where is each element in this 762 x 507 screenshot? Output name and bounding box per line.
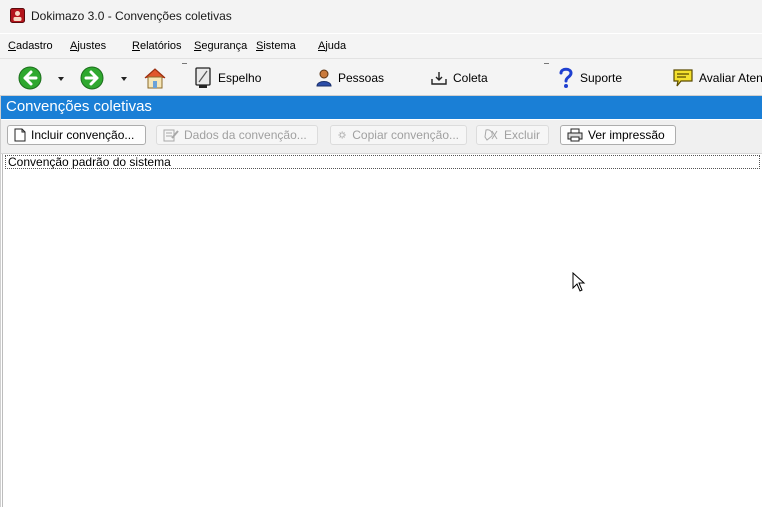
menu-ajustes[interactable]: Ajustes (70, 40, 106, 52)
toolbar-separator (544, 63, 549, 64)
window-left-border (0, 96, 1, 507)
menu-seguranca[interactable]: Segurança (194, 40, 247, 52)
collect-tray-icon (431, 72, 447, 85)
help-question-icon (559, 67, 573, 88)
ver-label: Ver impressão (588, 128, 665, 142)
menu-relatorios[interactable]: Relatórios (132, 40, 182, 52)
dados-convencao-button[interactable]: Dados da convenção... (156, 125, 318, 145)
forward-button[interactable] (80, 65, 104, 91)
person-icon (316, 69, 332, 87)
menu-bar: Cadastro Ajustes Relatórios Segurança Si… (0, 34, 762, 59)
excluir-button[interactable]: Excluir (476, 125, 549, 145)
coleta-label: Coleta (453, 71, 488, 85)
action-bar: Incluir convenção... Dados da convenção.… (0, 120, 762, 154)
avaliar-button[interactable]: Avaliar Aten (673, 65, 762, 91)
avaliar-label: Avaliar Aten (699, 71, 762, 85)
app-icon (10, 8, 25, 23)
mouse-cursor-icon (572, 272, 586, 292)
back-arrow-icon (18, 66, 42, 90)
document-edit-icon (163, 129, 179, 142)
toolbar-separator (182, 63, 187, 64)
dados-label: Dados da convenção... (184, 128, 307, 142)
section-title: Convenções coletivas (6, 98, 152, 115)
section-header: Convenções coletivas (1, 96, 762, 119)
menu-sistema[interactable]: Sistema (256, 40, 296, 52)
home-icon (144, 68, 166, 89)
main-toolbar: Espelho Pessoas Coleta Suporte Avaliar A… (0, 59, 762, 96)
excluir-label: Excluir (504, 128, 541, 142)
menu-ajuda[interactable]: Ajuda (318, 40, 346, 52)
delete-icon (484, 129, 498, 141)
title-bar: Dokimazo 3.0 - Convenções coletivas (0, 0, 762, 33)
back-button[interactable] (18, 65, 42, 91)
menu-cadastro[interactable]: Cadastro (8, 40, 53, 52)
pessoas-button[interactable]: Pessoas (316, 65, 384, 91)
espelho-button[interactable]: Espelho (194, 65, 261, 91)
forward-dropdown-icon[interactable] (121, 77, 127, 81)
copiar-convencao-button[interactable]: Copiar convenção... (330, 125, 467, 145)
new-document-icon (14, 128, 26, 142)
ver-impressao-button[interactable]: Ver impressão (560, 125, 676, 145)
incluir-convencao-button[interactable]: Incluir convenção... (7, 125, 146, 145)
copy-icon (338, 131, 346, 139)
forward-arrow-icon (80, 66, 104, 90)
chat-bubble-icon (673, 69, 693, 87)
espelho-label: Espelho (218, 71, 262, 85)
coleta-button[interactable]: Coleta (431, 65, 488, 91)
suporte-button[interactable]: Suporte (558, 65, 622, 91)
list-item[interactable]: Convenção padrão do sistema (5, 155, 760, 169)
printer-icon (567, 128, 583, 142)
copiar-label: Copiar convenção... (352, 128, 459, 142)
convencoes-list[interactable]: Convenção padrão do sistema (2, 154, 762, 507)
suporte-label: Suporte (580, 71, 623, 85)
window-title: Dokimazo 3.0 - Convenções coletivas (31, 9, 232, 23)
pessoas-label: Pessoas (338, 71, 385, 85)
home-button[interactable] (143, 65, 167, 91)
back-dropdown-icon[interactable] (58, 77, 64, 81)
incluir-label: Incluir convenção... (31, 128, 135, 142)
mirror-icon (195, 67, 211, 88)
